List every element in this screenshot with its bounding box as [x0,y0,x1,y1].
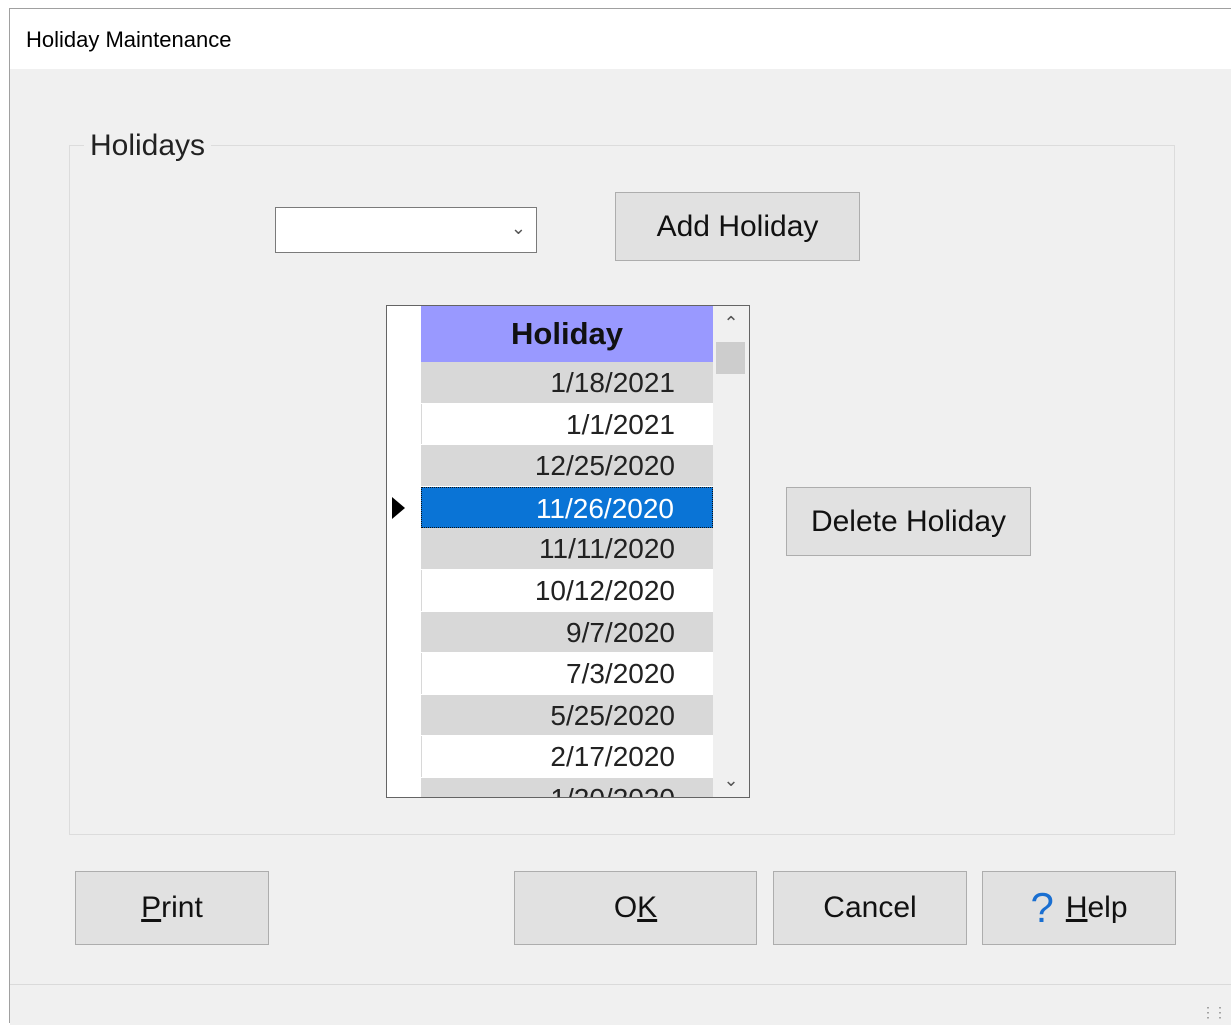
scroll-up-icon[interactable]: ⌃ [713,306,749,340]
table-row-selected[interactable]: 11/26/2020 [421,486,713,529]
table-row[interactable]: 1/1/2021 [421,404,713,446]
print-label: rint [161,891,203,924]
scrollbar-thumb[interactable] [716,342,745,374]
table-row[interactable]: 7/3/2020 [421,653,713,695]
table-row[interactable]: 2/17/2020 [421,736,713,778]
help-label: elp [1087,891,1128,924]
ok-label: O [613,891,638,924]
holiday-column-header[interactable]: Holiday [421,306,713,362]
print-mnemonic: P [141,891,162,924]
table-row[interactable]: 12/25/2020 [421,445,713,487]
title-bar: Holiday Maintenance [10,9,1231,69]
chevron-down-icon[interactable]: ⌄ [511,218,526,239]
cancel-button[interactable]: Cancel [773,871,967,945]
table-row[interactable]: 11/11/2020 [421,528,713,570]
add-holiday-button[interactable]: Add Holiday [615,192,860,261]
table-row[interactable]: 5/25/2020 [421,694,713,737]
help-mnemonic: H [1065,891,1088,924]
table-row[interactable]: 1/20/2020 [421,777,713,797]
holiday-grid[interactable]: Holiday 1/18/2021 1/1/2021 12/25/2020 11/26… [386,305,750,798]
holiday-rows: 1/18/2021 1/1/2021 12/25/2020 11/26/2020 11/… [421,362,713,797]
table-row[interactable]: 9/7/2020 [421,611,713,654]
resize-grip-icon[interactable]: ⋮⋮ [1201,1004,1227,1021]
print-button[interactable]: Print [75,871,269,945]
holiday-maintenance-window: Holiday Maintenance Holidays ⌄ Add Holid… [9,8,1231,1025]
help-button[interactable]: ? Help [982,871,1176,945]
row-header-column [387,306,422,797]
scroll-down-icon[interactable]: ⌄ [713,763,749,797]
status-bar: ⋮⋮ [10,984,1231,1025]
holidays-group-label: Holidays [84,129,212,163]
delete-holiday-button[interactable]: Delete Holiday [786,487,1031,556]
holiday-date-combobox[interactable]: ⌄ [275,207,537,253]
current-row-pointer-icon [392,496,405,519]
ok-button[interactable]: OK [514,871,757,945]
window-title: Holiday Maintenance [26,27,232,52]
table-row[interactable]: 1/18/2021 [421,362,713,404]
table-row[interactable]: 10/12/2020 [421,570,713,612]
question-mark-icon: ? [1030,884,1054,931]
vertical-scrollbar[interactable]: ⌃ ⌄ [713,306,749,797]
ok-mnemonic: K [637,891,658,924]
